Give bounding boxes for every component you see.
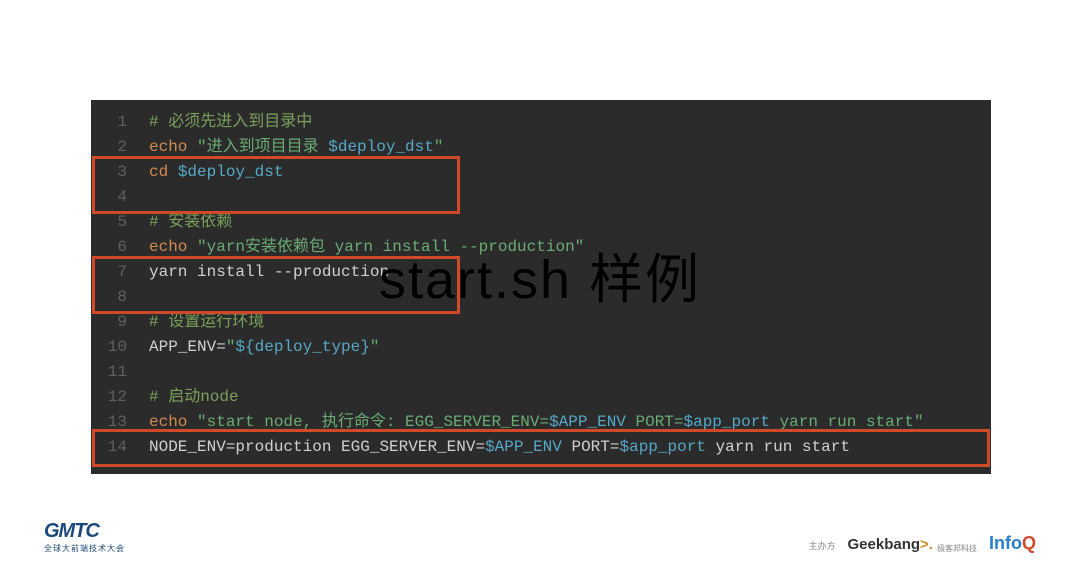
code-token: cd	[149, 163, 168, 181]
code-token: yarn install --production	[149, 263, 389, 281]
code-token: $deploy_dst	[328, 138, 434, 156]
code-line: APP_ENV="${deploy_type}"	[149, 335, 991, 360]
code-line: # 启动node	[149, 385, 991, 410]
code-token: "	[434, 138, 444, 156]
code-token: # 必须先进入到目录中	[149, 113, 312, 131]
gmtc-subtitle: 全球大前端技术大会	[44, 543, 125, 554]
code-token: yarn run start"	[770, 413, 924, 431]
line-number: 14	[91, 435, 127, 460]
code-token: $app_port	[684, 413, 770, 431]
code-token: APP_ENV=	[149, 338, 226, 356]
line-number: 8	[91, 285, 127, 310]
line-number: 13	[91, 410, 127, 435]
code-line: cd $deploy_dst	[149, 160, 991, 185]
infoq-logo: InfoQ	[989, 533, 1036, 554]
code-editor: 1234567891011121314 # 必须先进入到目录中echo "进入到…	[91, 100, 991, 474]
code-line: # 安装依赖	[149, 210, 991, 235]
code-line: echo "yarn安装依赖包 yarn install --productio…	[149, 235, 991, 260]
code-line	[149, 285, 991, 310]
code-token: "yarn安装依赖包 yarn install --production"	[197, 238, 584, 256]
code-token: $APP_ENV	[485, 438, 562, 456]
code-token: echo	[149, 238, 187, 256]
line-number: 4	[91, 185, 127, 210]
code-line	[149, 185, 991, 210]
code-token: $deploy_dst	[178, 163, 284, 181]
code-token: "进入到项目目录	[197, 138, 328, 156]
geekbang-subtitle: 极客邦科技	[937, 543, 977, 554]
line-number: 12	[91, 385, 127, 410]
code-token: yarn run start	[706, 438, 850, 456]
code-line: echo "进入到项目目录 $deploy_dst"	[149, 135, 991, 160]
line-number: 5	[91, 210, 127, 235]
gmtc-logo: GMTC 全球大前端技术大会	[44, 520, 125, 554]
line-number: 3	[91, 160, 127, 185]
code-token: # 安装依赖	[149, 213, 232, 231]
code-line: NODE_ENV=production EGG_SERVER_ENV=$APP_…	[149, 435, 991, 460]
sponsor-logos: 主办方 Geekbang>. 极客邦科技 InfoQ	[809, 533, 1037, 554]
sponsor-label: 主办方	[809, 539, 836, 552]
line-number: 6	[91, 235, 127, 260]
code-line: yarn install --production	[149, 260, 991, 285]
code-token	[187, 238, 197, 256]
line-number: 11	[91, 360, 127, 385]
code-token: $APP_ENV	[549, 413, 626, 431]
gmtc-text: GMTC	[44, 520, 99, 543]
code-token	[187, 138, 197, 156]
code-token	[187, 413, 197, 431]
code-token: # 设置运行环境	[149, 313, 264, 331]
line-number: 2	[91, 135, 127, 160]
code-token: "start node, 执行命令: EGG_SERVER_ENV=	[197, 413, 549, 431]
code-token: NODE_ENV=production EGG_SERVER_ENV=	[149, 438, 485, 456]
code-token: # 启动node	[149, 388, 239, 406]
code-area: # 必须先进入到目录中echo "进入到项目目录 $deploy_dst"cd …	[139, 100, 991, 474]
code-line: # 设置运行环境	[149, 310, 991, 335]
code-token: $app_port	[619, 438, 705, 456]
footer: GMTC 全球大前端技术大会 主办方 Geekbang>. 极客邦科技 Info…	[0, 514, 1080, 566]
line-number-gutter: 1234567891011121314	[91, 100, 139, 474]
line-number: 9	[91, 310, 127, 335]
code-line: echo "start node, 执行命令: EGG_SERVER_ENV=$…	[149, 410, 991, 435]
code-token: ${deploy_type}	[235, 338, 369, 356]
code-token: echo	[149, 138, 187, 156]
code-line	[149, 360, 991, 385]
line-number: 1	[91, 110, 127, 135]
code-token: PORT=	[626, 413, 684, 431]
line-number: 10	[91, 335, 127, 360]
code-token: "	[370, 338, 380, 356]
code-line: # 必须先进入到目录中	[149, 110, 991, 135]
code-token: echo	[149, 413, 187, 431]
code-token: "	[226, 338, 236, 356]
code-token	[168, 163, 178, 181]
code-token: PORT=	[562, 438, 620, 456]
line-number: 7	[91, 260, 127, 285]
geekbang-logo: Geekbang>.	[848, 536, 933, 553]
